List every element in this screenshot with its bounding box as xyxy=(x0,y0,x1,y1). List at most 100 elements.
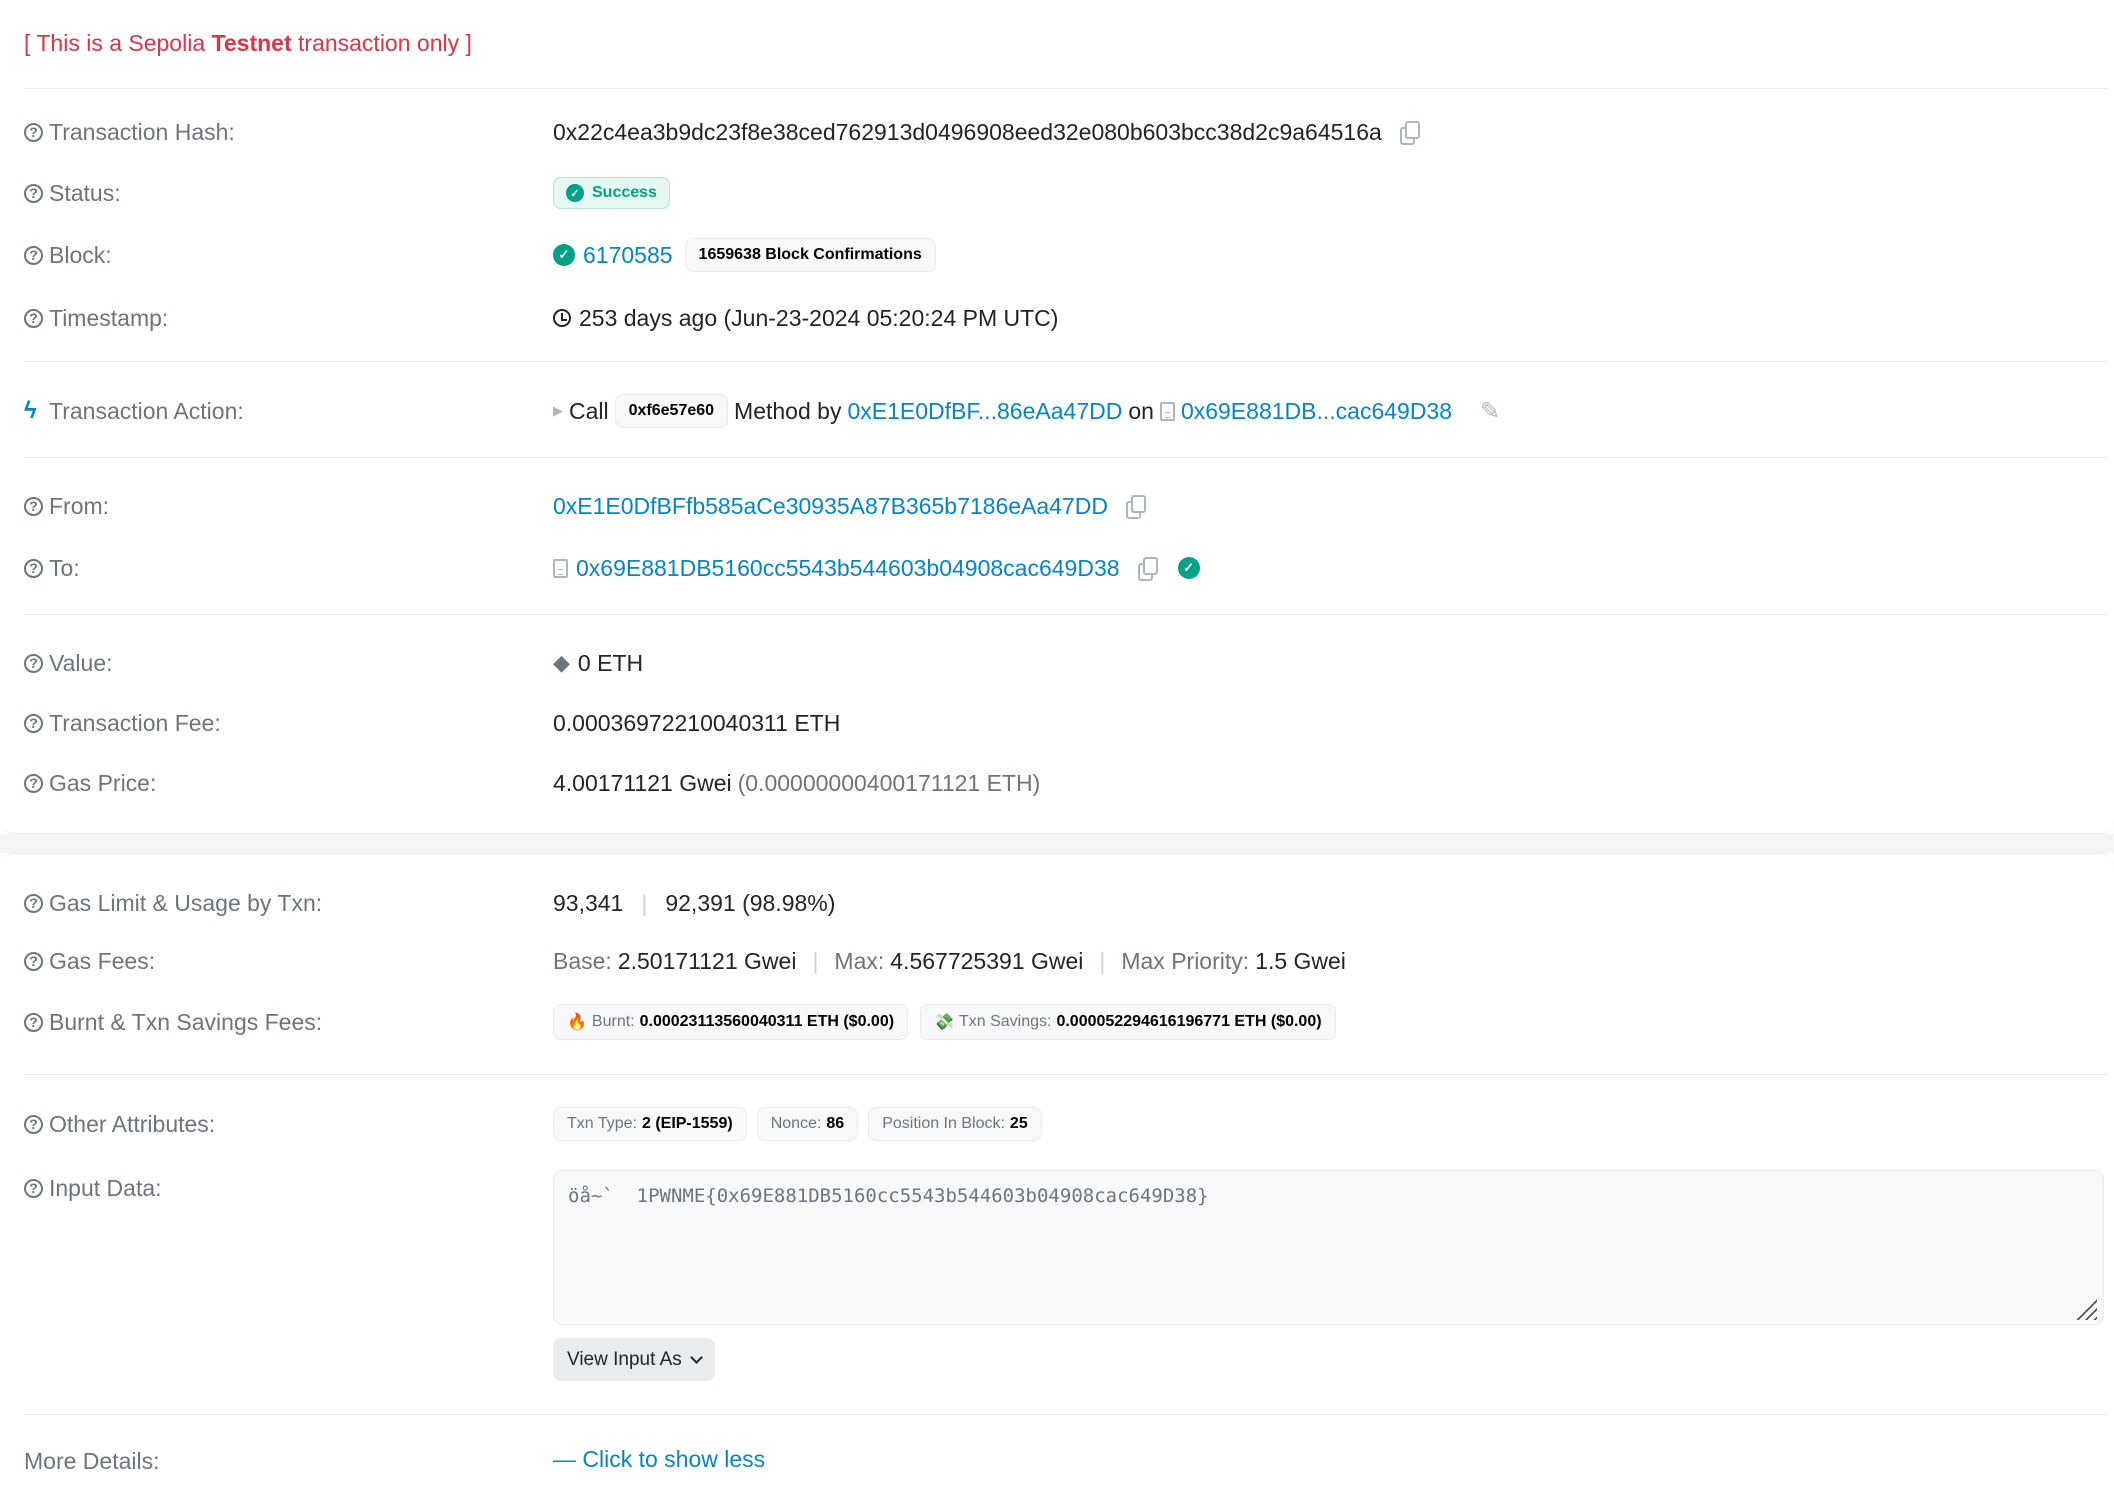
action-to-link[interactable]: 0x69E881DB...cac649D38 xyxy=(1181,398,1452,425)
help-icon[interactable]: ? xyxy=(24,893,43,913)
max-fee-value: 4.567725391 Gwei xyxy=(890,947,1084,974)
other-attributes-label: Other Attributes: xyxy=(49,1110,216,1137)
divider xyxy=(24,361,2108,362)
show-less-link[interactable]: — Click to show less xyxy=(553,1446,765,1473)
check-circle-icon: ✓ xyxy=(566,184,584,202)
view-input-as-button[interactable]: View Input As xyxy=(553,1338,715,1381)
row-from: ? From: 0xE1E0DfBFfb585aCe30935A87B365b71… xyxy=(0,486,2114,526)
more-details-label: More Details: xyxy=(24,1448,160,1474)
action-on: on xyxy=(1128,397,1154,424)
help-icon[interactable]: ? xyxy=(24,558,43,578)
chevron-down-icon xyxy=(689,1350,703,1364)
help-icon[interactable]: ? xyxy=(24,773,43,793)
divider xyxy=(24,614,2108,615)
resize-handle[interactable] xyxy=(2071,1294,2097,1320)
row-gas-limit: ? Gas Limit & Usage by Txn: 93,341 | 92,391… xyxy=(0,883,2114,923)
burnt-label: Burnt & Txn Savings Fees: xyxy=(49,1008,323,1035)
section-gap xyxy=(0,834,2114,853)
base-fee-key: Base: xyxy=(553,947,612,974)
to-label: To: xyxy=(49,554,80,581)
clock-icon xyxy=(553,309,571,327)
help-icon[interactable]: ? xyxy=(24,1012,43,1032)
fee-label: Transaction Fee: xyxy=(49,709,221,736)
timestamp-label: Timestamp: xyxy=(49,304,169,331)
help-icon[interactable]: ? xyxy=(24,122,43,142)
row-burnt-savings: ? Burnt & Txn Savings Fees: 🔥 Burnt: 0.0002… xyxy=(0,1002,2114,1042)
from-label: From: xyxy=(49,492,110,519)
max-priority-key: Max Priority: xyxy=(1121,947,1250,974)
row-tx-hash: ? Transaction Hash: 0x22c4ea3b9dc23f8e38c… xyxy=(0,112,2114,152)
input-data-textarea[interactable]: öå~` 1PWNME{0x69E881DB5160cc5543b544603b… xyxy=(553,1170,2104,1325)
flame-icon: 🔥 xyxy=(567,1014,587,1031)
nonce-badge: Nonce: 86 xyxy=(756,1107,859,1141)
help-icon[interactable]: ? xyxy=(24,1178,43,1198)
position-badge: Position In Block: 25 xyxy=(868,1107,1042,1141)
fee-amount: 0.00036972210040311 ETH xyxy=(553,709,841,736)
gas-used-value: 92,391 (98.98%) xyxy=(665,889,836,916)
copy-icon[interactable] xyxy=(1399,121,1420,145)
help-icon[interactable]: ? xyxy=(24,653,43,673)
copy-icon[interactable] xyxy=(1125,495,1146,519)
row-value: ? Value: ◆ 0 ETH xyxy=(0,643,2114,683)
gas-price-gwei: 4.00171121 Gwei xyxy=(553,769,732,796)
help-icon[interactable]: ? xyxy=(24,183,43,203)
value-label: Value: xyxy=(49,649,113,676)
timestamp-value: 253 days ago (Jun-23-2024 05:20:24 PM UT… xyxy=(579,304,1059,331)
help-icon[interactable]: ? xyxy=(24,308,43,328)
divider xyxy=(24,1074,2108,1075)
to-address-link[interactable]: 0x69E881DB5160cc5543b544603b04908cac649D… xyxy=(576,555,1120,582)
status-label: Status: xyxy=(49,179,121,206)
action-from-link[interactable]: 0xE1E0DfBF...86eAa47DD xyxy=(847,398,1122,425)
gas-price-eth: (0.00000000400171121 ETH) xyxy=(737,769,1041,796)
savings-badge: 💸 Txn Savings: 0.000052294616196771 ETH ($… xyxy=(920,1004,1336,1040)
help-icon[interactable]: ? xyxy=(24,951,43,971)
contract-icon xyxy=(553,558,568,578)
lightning-icon: ϟ xyxy=(24,397,37,424)
confirmations-badge: 1659638 Block Confirmations xyxy=(684,238,936,272)
status-badge: ✓ Success xyxy=(553,177,670,209)
divider xyxy=(24,1414,2108,1415)
row-other-attributes: ? Other Attributes: Txn Type: 2 (EIP-1559)… xyxy=(0,1104,2114,1144)
block-link[interactable]: 6170585 xyxy=(583,242,673,269)
gas-limit-value: 93,341 xyxy=(553,889,624,916)
testnet-notice: [ This is a Sepolia Testnet transaction … xyxy=(24,30,472,56)
ethereum-icon: ◆ xyxy=(553,650,570,675)
help-icon[interactable]: ? xyxy=(24,245,43,265)
input-data-label: Input Data: xyxy=(49,1174,162,1201)
tx-hash-value: 0x22c4ea3b9dc23f8e38ced762913d0496908eed… xyxy=(553,118,1382,145)
divider xyxy=(24,88,2108,89)
row-gas-price: ? Gas Price: 4.00171121 Gwei (0.0000000040… xyxy=(0,763,2114,803)
gas-fees-label: Gas Fees: xyxy=(49,947,156,974)
tx-action-label: Transaction Action: xyxy=(49,397,244,424)
row-tx-action: ϟ Transaction Action: ▶ Call 0xf6e57e60 M… xyxy=(0,391,2114,431)
row-block: ? Block: ✓ 6170585 1659638 Block Confirmati… xyxy=(0,235,2114,275)
overview-card: [ This is a Sepolia Testnet transaction … xyxy=(0,0,2114,834)
value-amount: 0 ETH xyxy=(577,649,644,676)
row-fee: ? Transaction Fee: 0.00036972210040311 ET… xyxy=(0,703,2114,743)
pencil-icon[interactable]: ✎ xyxy=(1480,397,1500,426)
verified-contract-icon: ✓ xyxy=(1177,557,1200,579)
help-icon[interactable]: ? xyxy=(24,496,43,516)
copy-icon[interactable] xyxy=(1137,557,1158,581)
gas-limit-label: Gas Limit & Usage by Txn: xyxy=(49,889,323,916)
row-status: ? Status: ✓ Success xyxy=(0,173,2114,213)
block-label: Block: xyxy=(49,241,112,268)
row-to: ? To: 0x69E881DB5160cc5543b544603b04908ca… xyxy=(0,548,2114,588)
max-fee-key: Max: xyxy=(834,947,885,974)
gas-price-label: Gas Price: xyxy=(49,769,157,796)
burnt-badge: 🔥 Burnt: 0.00023113560040311 ETH ($0.00) xyxy=(553,1004,909,1040)
expand-caret-icon[interactable]: ▶ xyxy=(553,403,563,419)
contract-icon xyxy=(1159,401,1175,421)
check-circle-icon: ✓ xyxy=(553,244,575,266)
help-icon[interactable]: ? xyxy=(24,1114,43,1134)
base-fee-value: 2.50171121 Gwei xyxy=(617,947,797,974)
help-icon[interactable]: ? xyxy=(24,713,43,733)
row-timestamp: ? Timestamp: 253 days ago (Jun-23-2024 05… xyxy=(0,298,2114,338)
max-priority-value: 1.5 Gwei xyxy=(1255,947,1346,974)
from-address-link[interactable]: 0xE1E0DfBFfb585aCe30935A87B365b7186eAa47… xyxy=(553,493,1108,520)
tx-hash-label: Transaction Hash: xyxy=(49,118,235,145)
method-id-badge: 0xf6e57e60 xyxy=(614,394,729,428)
txn-type-badge: Txn Type: 2 (EIP-1559) xyxy=(553,1107,747,1141)
divider xyxy=(24,457,2108,458)
row-gas-fees: ? Gas Fees: Base: 2.50171121 Gwei | Max: 4.… xyxy=(0,941,2114,981)
